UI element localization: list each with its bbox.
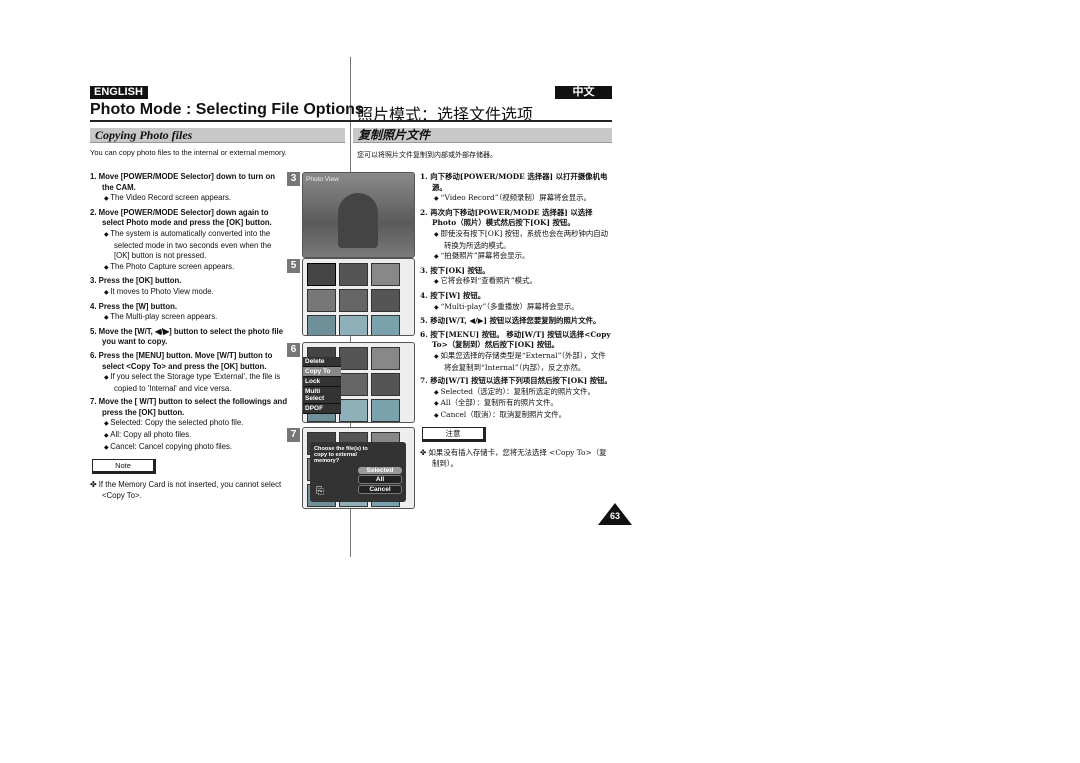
photo-thumbnail[interactable]	[371, 263, 400, 286]
manual-page: ENGLISH 中文 Photo Mode : Selecting File O…	[0, 0, 1080, 763]
photo-thumbnail[interactable]	[371, 399, 400, 422]
step-heading: 7. Move the [ W/T] button to select the …	[90, 397, 288, 417]
step-detail: 它将会移到“查看照片”模式。	[420, 276, 612, 288]
steps-en: 1. Move [POWER/MODE Selector] down to tu…	[90, 172, 288, 501]
multi-play-screen	[302, 258, 415, 336]
step-detail: It moves to Photo View mode.	[90, 287, 288, 299]
step-detail: 如果您选择的存储类型是“External”（外部），文件将会复制到“Intern…	[420, 351, 612, 373]
step-heading: 3. Press the [OK] button.	[90, 276, 182, 286]
step-heading: 5. Move the [W/T, ◀/▶] button to select …	[90, 326, 284, 347]
note-label: 注意	[422, 427, 486, 443]
step-3: 3. 按下[OK] 按钮。它将会移到“查看照片”模式。	[420, 266, 612, 288]
section-heading-en: Copying Photo files	[90, 128, 345, 143]
step-detail: Selected（选定的）：复制所选定的照片文件。	[420, 387, 612, 399]
step-5: 5. Move the [W/T, ◀/▶] button to select …	[90, 327, 288, 348]
menu-screen: Delete Copy To Lock Multi Select DPOF	[302, 342, 415, 423]
screen-5-number: 5	[287, 259, 300, 273]
intro-en: You can copy photo files to the internal…	[90, 148, 287, 157]
photo-thumbnail[interactable]	[339, 347, 368, 370]
child-photo	[338, 193, 378, 248]
step-detail: If you select the Storage type 'External…	[90, 372, 288, 394]
step-detail: The Multi-play screen appears.	[90, 312, 288, 324]
step-detail: Cancel: Cancel copying photo files.	[90, 442, 288, 454]
step-heading: 7. 移动[W/T] 按钮以选择下列项目然后按下[OK] 按钮。	[420, 376, 612, 386]
photo-thumbnail[interactable]	[339, 289, 368, 312]
photo-thumbnail[interactable]	[307, 263, 336, 286]
step-heading: 1. Move [POWER/MODE Selector] down to tu…	[90, 172, 275, 192]
step-heading: 4. Press the [W] button.	[90, 301, 178, 311]
note-text: ✤ 如果没有插入存储卡，您将无法选择 <Copy To>（复制到）。	[420, 448, 607, 469]
title-rule	[90, 120, 612, 122]
menu-item-delete[interactable]: Delete	[303, 357, 341, 367]
note-label: Note	[92, 459, 156, 475]
page-number: 63	[609, 511, 620, 521]
step-heading: 5. 移动[W/T, ◀/▶] 按钮以选择您要复制的照片文件。	[420, 316, 601, 326]
context-menu: Delete Copy To Lock Multi Select DPOF	[303, 357, 341, 414]
step-heading: 6. 按下[MENU] 按钮。 移动[W/T] 按钮以选择<Copy To>（复…	[420, 329, 611, 350]
step-heading: 2. Move [POWER/MODE Selector] down again…	[90, 207, 272, 228]
note-text: ✤ If the Memory Card is not inserted, yo…	[90, 480, 282, 500]
step-6: 6. Press the [MENU] button. Move [W/T] b…	[90, 351, 288, 394]
photo-thumbnail[interactable]	[307, 289, 336, 312]
step-7: 7. 移动[W/T] 按钮以选择下列项目然后按下[OK] 按钮。Selected…	[420, 376, 612, 421]
menu-item-copy-to[interactable]: Copy To	[303, 367, 341, 377]
step-2: 2. Move [POWER/MODE Selector] down again…	[90, 208, 288, 274]
copy-dialog-screen: Choose the file(s) to copy to external m…	[302, 427, 415, 509]
step-3: 3. Press the [OK] button.It moves to Pho…	[90, 276, 288, 298]
step-detail: The Photo Capture screen appears.	[90, 262, 288, 274]
photo-thumbnail[interactable]	[339, 399, 368, 422]
screen-3-number: 3	[287, 172, 300, 186]
step-detail: The system is automatically converted in…	[90, 229, 288, 262]
chinese-badge: 中文	[555, 86, 612, 99]
photo-thumbnail[interactable]	[371, 289, 400, 312]
english-badge: ENGLISH	[90, 86, 148, 99]
step-detail: Selected: Copy the selected photo file.	[90, 418, 288, 430]
screen-6-number: 6	[287, 343, 300, 357]
step-4: 4. 按下[W] 按钮。 “Multi-play”（多重播放）屏幕将会显示。	[420, 291, 612, 313]
menu-item-lock[interactable]: Lock	[303, 377, 341, 387]
option-cancel[interactable]: Cancel	[358, 485, 402, 494]
page-title-en: Photo Mode : Selecting File Options	[90, 101, 364, 118]
option-all[interactable]: All	[358, 475, 402, 484]
step-detail: The Video Record screen appears.	[90, 193, 288, 205]
step-heading: 3. 按下[OK] 按钮。	[420, 265, 490, 275]
screen-7-number: 7	[287, 428, 300, 442]
photo-thumbnail[interactable]	[339, 315, 368, 335]
step-heading: 4. 按下[W] 按钮。	[420, 290, 486, 300]
photo-thumbnail[interactable]	[339, 263, 368, 286]
menu-item-multi-select[interactable]: Multi Select	[303, 387, 341, 404]
photo-thumbnail[interactable]	[371, 373, 400, 396]
step-detail: All（全部）：复制所有的照片文件。	[420, 398, 612, 410]
step-heading: 1. 向下移动[POWER/MODE 选择器] 以打开摄像机电源。	[420, 172, 608, 192]
steps-zh: 1. 向下移动[POWER/MODE 选择器] 以打开摄像机电源。“Video …	[420, 172, 612, 470]
copy-dialog: Choose the file(s) to copy to external m…	[310, 442, 406, 502]
step-6: 6. 按下[MENU] 按钮。 移动[W/T] 按钮以选择<Copy To>（复…	[420, 330, 612, 373]
photo-thumbnail[interactable]	[307, 315, 336, 335]
photo-view-screen: Photo View	[302, 172, 415, 258]
copy-question: Choose the file(s) to copy to external m…	[314, 446, 368, 464]
section-heading-zh: 复制照片文件	[353, 128, 612, 143]
step-7: 7. Move the [ W/T] button to select the …	[90, 397, 288, 453]
step-detail: All: Copy all photo files.	[90, 430, 288, 442]
step-heading: 2. 再次向下移动[POWER/MODE 选择器] 以选择 Photo（照片）模…	[420, 207, 593, 228]
photo-thumbnail[interactable]	[339, 373, 368, 396]
step-detail: “Multi-play”（多重播放）屏幕将会显示。	[420, 302, 612, 314]
step-1: 1. Move [POWER/MODE Selector] down to tu…	[90, 172, 288, 205]
menu-item-dpof[interactable]: DPOF	[303, 404, 341, 414]
step-heading: 6. Press the [MENU] button. Move [W/T] b…	[90, 350, 273, 371]
option-selected[interactable]: Selected	[358, 467, 402, 474]
photo-thumbnail[interactable]	[371, 347, 400, 370]
photo-thumbnail[interactable]	[371, 315, 400, 335]
step-1: 1. 向下移动[POWER/MODE 选择器] 以打开摄像机电源。“Video …	[420, 172, 612, 205]
step-detail: “拍摄照片”屏幕将会显示。	[420, 251, 612, 263]
step-2: 2. 再次向下移动[POWER/MODE 选择器] 以选择 Photo（照片）模…	[420, 208, 612, 263]
step-detail: “Video Record”（视频录制）屏幕将会显示。	[420, 193, 612, 205]
step-4: 4. Press the [W] button.The Multi-play s…	[90, 302, 288, 324]
copy-icon: ⎘	[316, 486, 324, 497]
photo-view-label: Photo View	[306, 176, 339, 183]
intro-zh: 您可以将照片文件复制到内部或外部存储器。	[357, 151, 497, 159]
step-detail: 即使没有按下[OK] 按钮，系统也会在两秒钟内自动转换为所选的模式。	[420, 229, 612, 251]
step-5: 5. 移动[W/T, ◀/▶] 按钮以选择您要复制的照片文件。	[420, 316, 612, 327]
step-detail: Cancel（取消）：取消复制照片文件。	[420, 410, 612, 422]
